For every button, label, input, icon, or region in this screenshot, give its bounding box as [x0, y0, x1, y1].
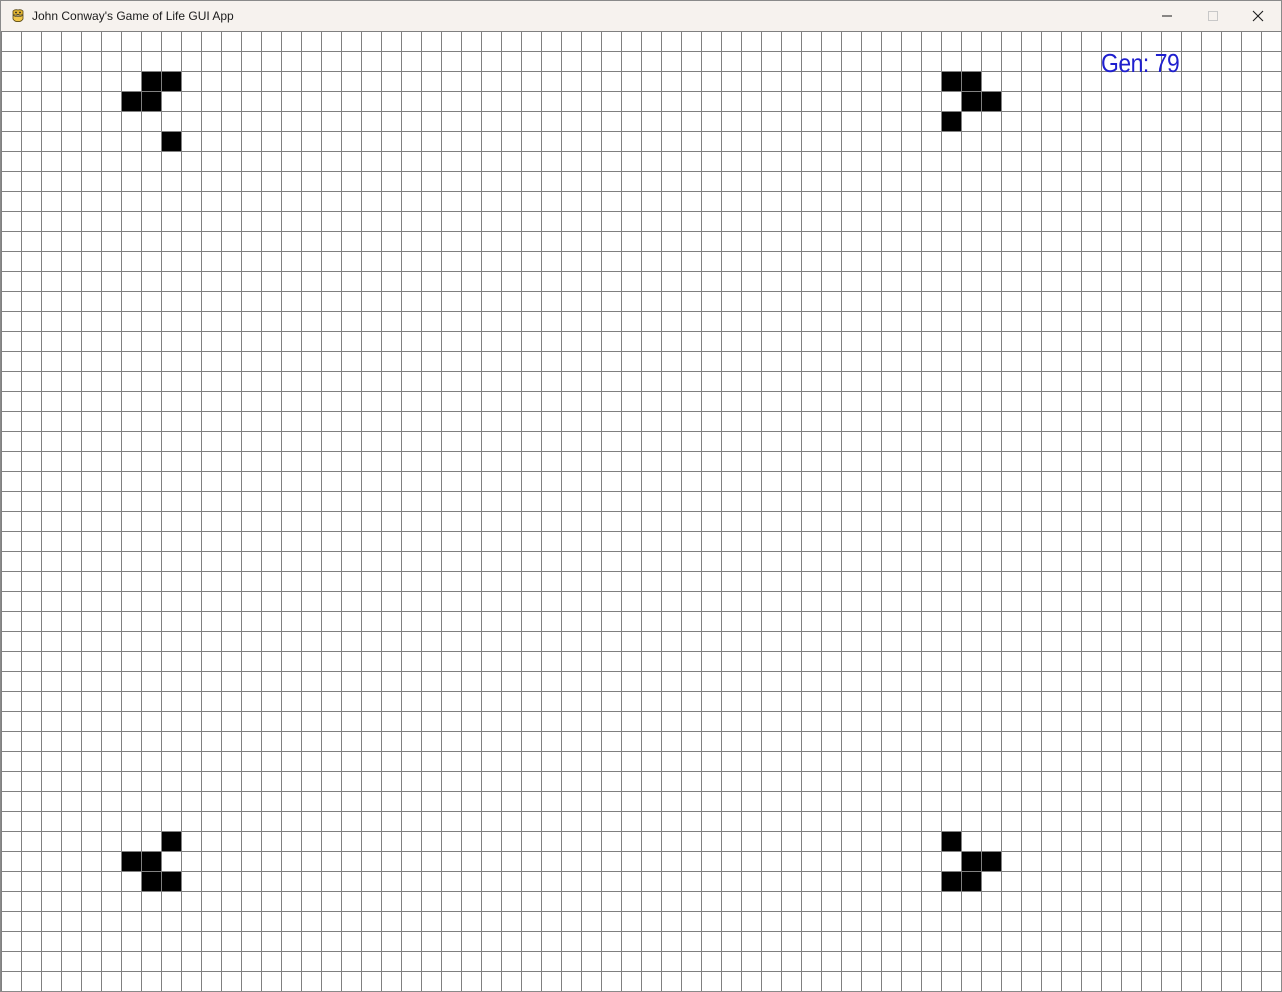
title-bar[interactable]: John Conway's Game of Life GUI App — [1, 1, 1281, 31]
generation-value: 79 — [1154, 48, 1180, 78]
live-cell[interactable] — [141, 91, 161, 111]
live-cell[interactable] — [121, 851, 141, 871]
live-cell[interactable] — [941, 871, 961, 891]
live-cell[interactable] — [141, 871, 161, 891]
generation-label: Gen: — [1101, 48, 1149, 78]
live-cell[interactable] — [961, 91, 981, 111]
python-snake-icon — [10, 8, 26, 24]
live-cell[interactable] — [981, 91, 1001, 111]
live-cell[interactable] — [121, 91, 141, 111]
live-cell[interactable] — [941, 71, 961, 91]
live-cell[interactable] — [961, 851, 981, 871]
generation-counter: Gen: 79 — [1101, 46, 1180, 80]
live-cell[interactable] — [161, 831, 181, 851]
close-button[interactable] — [1235, 1, 1281, 31]
life-grid[interactable]: Gen: 79 — [1, 31, 1281, 992]
live-cell[interactable] — [941, 831, 961, 851]
grid-canvas[interactable] — [1, 31, 1281, 992]
live-cell[interactable] — [161, 871, 181, 891]
maximize-button[interactable] — [1190, 1, 1236, 31]
minimize-button[interactable] — [1144, 1, 1190, 31]
live-cell[interactable] — [141, 851, 161, 871]
live-cell[interactable] — [161, 131, 181, 151]
live-cell[interactable] — [141, 71, 161, 91]
live-cell[interactable] — [161, 71, 181, 91]
minimize-icon — [1161, 10, 1173, 22]
window-title: John Conway's Game of Life GUI App — [32, 9, 234, 23]
live-cell[interactable] — [941, 111, 961, 131]
live-cell[interactable] — [961, 71, 981, 91]
live-cell[interactable] — [961, 871, 981, 891]
app-window: John Conway's Game of Life GUI App Gen: … — [0, 0, 1282, 992]
close-icon — [1252, 10, 1264, 22]
maximize-icon — [1207, 10, 1219, 22]
live-cell[interactable] — [981, 851, 1001, 871]
